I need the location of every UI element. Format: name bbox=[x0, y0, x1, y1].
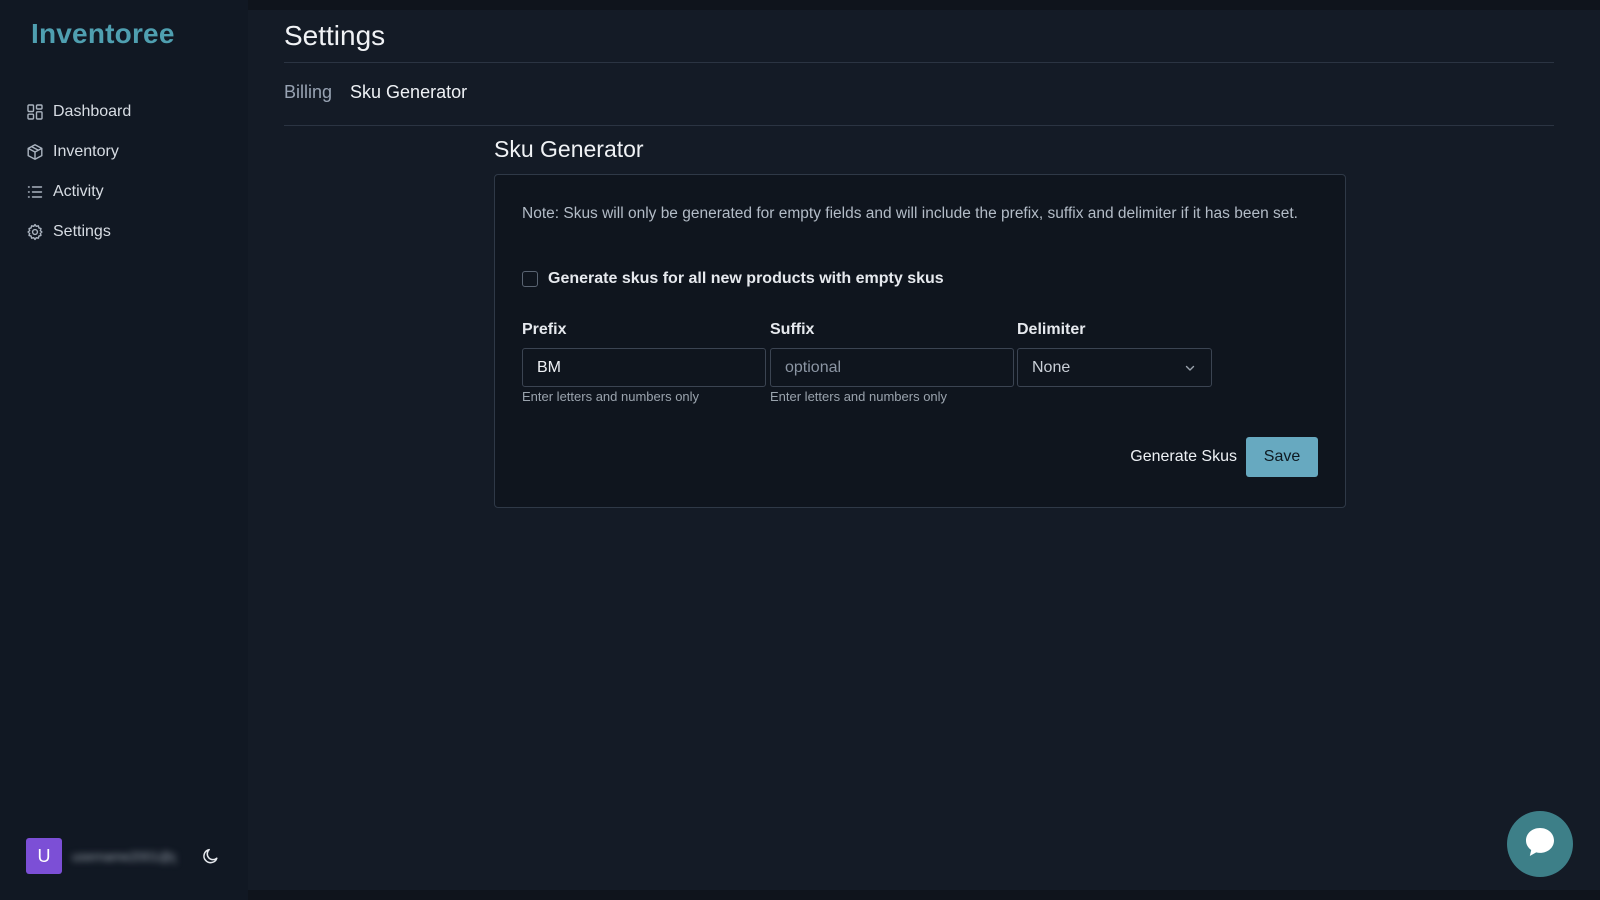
suffix-label: Suffix bbox=[770, 321, 815, 338]
tab-sku-generator[interactable]: Sku Generator bbox=[350, 82, 467, 103]
prefix-field: Prefix Enter letters and numbers only bbox=[522, 321, 766, 404]
auto-generate-label: Generate skus for all new products with … bbox=[548, 270, 944, 287]
chat-bubble-icon bbox=[1523, 825, 1557, 864]
main-panel: Settings Billing Sku Generator Sku Gener… bbox=[248, 10, 1600, 890]
box-icon bbox=[26, 143, 44, 161]
sidebar: Inventoree Dashboard Inventory Activity … bbox=[0, 0, 248, 900]
dashboard-icon bbox=[26, 103, 44, 121]
section-title: Sku Generator bbox=[494, 136, 644, 162]
suffix-input[interactable] bbox=[770, 348, 1014, 387]
sku-generator-card: Note: Skus will only be generated for em… bbox=[494, 174, 1346, 508]
sidebar-item-activity[interactable]: Activity bbox=[26, 172, 131, 212]
header-divider bbox=[284, 62, 1554, 63]
sidebar-item-label: Inventory bbox=[53, 143, 119, 160]
avatar[interactable]: U bbox=[26, 838, 62, 874]
brand-logo[interactable]: Inventoree bbox=[31, 18, 175, 50]
chat-launcher-button[interactable] bbox=[1507, 811, 1573, 877]
save-button[interactable]: Save bbox=[1246, 437, 1318, 477]
auto-generate-option[interactable]: Generate skus for all new products with … bbox=[522, 270, 944, 288]
sidebar-item-dashboard[interactable]: Dashboard bbox=[26, 92, 131, 132]
sidebar-nav: Dashboard Inventory Activity Settings bbox=[26, 92, 131, 252]
sku-note: Note: Skus will only be generated for em… bbox=[522, 205, 1298, 222]
delimiter-select[interactable]: None bbox=[1017, 348, 1212, 387]
user-profile[interactable]: U username2001@g... bbox=[26, 838, 176, 874]
delimiter-label: Delimiter bbox=[1017, 321, 1086, 338]
auto-generate-checkbox[interactable] bbox=[522, 271, 538, 287]
suffix-helper: Enter letters and numbers only bbox=[770, 389, 948, 404]
prefix-input[interactable] bbox=[522, 348, 766, 387]
moon-icon[interactable] bbox=[202, 847, 220, 865]
suffix-field: Suffix Enter letters and numbers only bbox=[770, 321, 1014, 404]
prefix-label: Prefix bbox=[522, 321, 567, 338]
settings-tabs: Billing Sku Generator bbox=[284, 82, 467, 103]
sidebar-item-label: Activity bbox=[53, 183, 104, 200]
list-icon bbox=[26, 183, 44, 201]
tabs-divider bbox=[284, 125, 1554, 126]
card-actions: Generate Skus Save bbox=[1130, 437, 1318, 477]
generate-skus-button[interactable]: Generate Skus bbox=[1130, 448, 1237, 466]
app-root: Inventoree Dashboard Inventory Activity … bbox=[0, 0, 1600, 900]
page-title: Settings bbox=[284, 20, 386, 51]
delimiter-field: Delimiter None bbox=[1017, 321, 1212, 387]
tab-billing[interactable]: Billing bbox=[284, 82, 332, 103]
sidebar-item-inventory[interactable]: Inventory bbox=[26, 132, 131, 172]
delimiter-selected-value: None bbox=[1032, 358, 1071, 376]
sidebar-item-label: Dashboard bbox=[53, 103, 132, 120]
user-email: username2001@g... bbox=[72, 848, 176, 864]
prefix-helper: Enter letters and numbers only bbox=[522, 389, 700, 404]
sidebar-item-settings[interactable]: Settings bbox=[26, 212, 131, 252]
gear-icon bbox=[26, 223, 44, 241]
sidebar-item-label: Settings bbox=[53, 223, 111, 240]
chevron-down-icon bbox=[1183, 361, 1197, 375]
